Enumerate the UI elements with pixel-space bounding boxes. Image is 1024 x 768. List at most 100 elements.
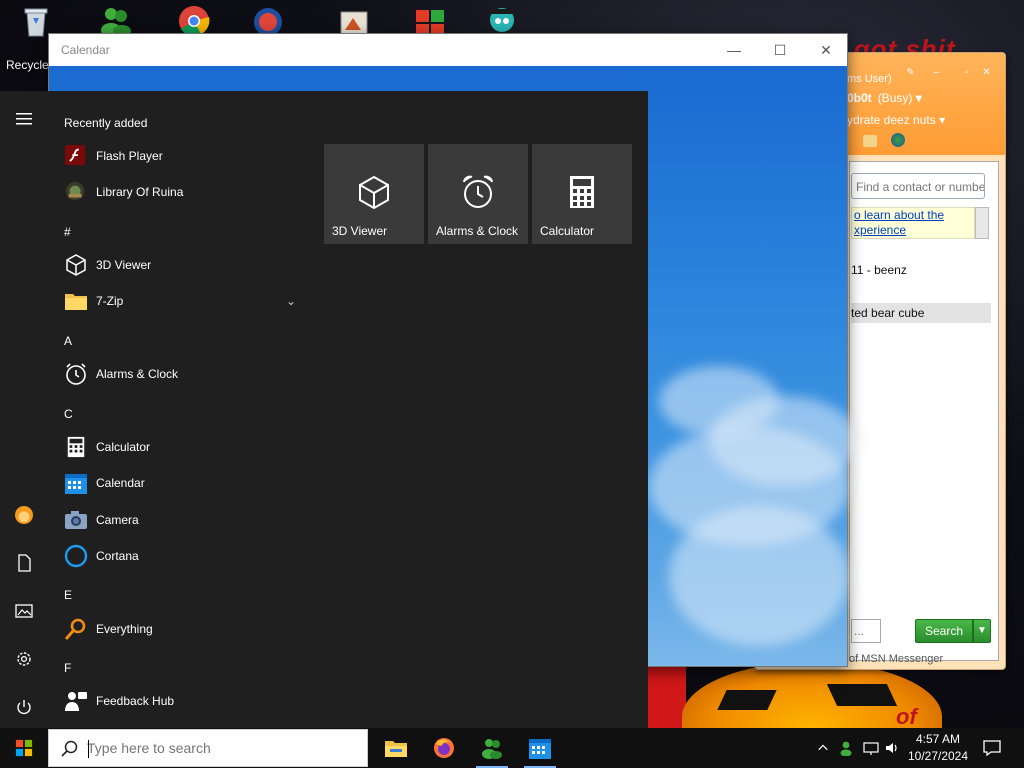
taskbar-calendar[interactable] [516, 728, 564, 768]
group-header-a[interactable]: A [64, 334, 72, 348]
pin-icon[interactable]: ✎ [905, 67, 916, 78]
app-label: Everything [96, 622, 153, 636]
taskbar: 4:57 AM 10/27/2024 [0, 728, 1024, 768]
group-header-f[interactable]: F [64, 661, 71, 675]
close-button[interactable]: ✕ [803, 34, 849, 66]
tile-calculator[interactable]: Calculator [532, 144, 632, 244]
clock-time: 4:57 AM [915, 732, 961, 746]
close-icon[interactable]: ✕ [981, 67, 992, 78]
taskbar-firefox[interactable] [420, 728, 468, 768]
app-label: 3D Viewer [96, 258, 152, 272]
calculator-icon [64, 435, 88, 459]
app-item-flash-player[interactable]: Flash Player [48, 138, 308, 174]
search-input[interactable] [87, 731, 357, 765]
maximize-button[interactable]: ☐ [757, 34, 803, 66]
msn-spaces-icon[interactable] [891, 133, 905, 147]
msn-search-input[interactable]: Find a contact or numbe [851, 173, 985, 199]
cortana-icon [64, 544, 88, 568]
group-header-c[interactable]: C [64, 407, 73, 421]
pictures-icon[interactable] [0, 591, 48, 631]
promo-link-line-1[interactable]: o learn about the [852, 208, 974, 223]
recently-added-header: Recently added [64, 116, 148, 130]
msn-web-search-input[interactable]: ... [851, 619, 881, 643]
app-label: Library Of Ruina [96, 185, 184, 199]
wallpaper-text-bottom: of [896, 704, 917, 728]
calendar-icon [64, 471, 88, 495]
promo-scrollbar[interactable] [975, 207, 989, 239]
system-clock[interactable]: 4:57 AM 10/27/2024 [900, 731, 976, 765]
taskbar-msn-messenger[interactable] [468, 728, 516, 768]
settings-gear-icon[interactable] [0, 639, 48, 679]
app-item-everything[interactable]: Everything [48, 611, 308, 647]
app-label: Cortana [96, 549, 139, 563]
group-header-e[interactable]: E [64, 588, 72, 602]
app-item-alarms-clock[interactable]: Alarms & Clock [48, 356, 308, 392]
chevron-up-icon[interactable] [812, 728, 834, 768]
start-menu[interactable]: Recently added Flash Player Library Of R… [0, 91, 648, 728]
contact-list-item[interactable]: 11 - beenz [851, 263, 907, 277]
app-list[interactable]: Recently added Flash Player Library Of R… [48, 91, 316, 728]
msn-search-button[interactable]: Search [915, 619, 973, 643]
tile-label: Calculator [540, 224, 595, 238]
chevron-down-icon[interactable]: ⌄ [286, 294, 296, 308]
alarm-clock-icon [64, 362, 88, 386]
taskbar-file-explorer[interactable] [372, 728, 420, 768]
calendar-titlebar[interactable]: Calendar — ☐ ✕ [49, 34, 847, 66]
msn-display-name[interactable]: 0b0t (Busy) ▾ [847, 91, 922, 105]
library-of-ruina-icon [64, 180, 88, 204]
maximize-icon[interactable]: ▫ [961, 67, 972, 78]
recycle-bin-label[interactable]: Recycle [6, 58, 49, 72]
tile-alarms-clock[interactable]: Alarms & Clock [428, 144, 528, 244]
app-label: Flash Player [96, 149, 163, 163]
promo-link-line-2[interactable]: xperience [852, 223, 974, 238]
notification-center-icon[interactable] [978, 728, 1006, 768]
app-item-calendar[interactable]: Calendar [48, 465, 308, 501]
chevron-down-icon[interactable]: ▼ [973, 619, 991, 643]
msn-tray-icon[interactable] [836, 728, 858, 768]
start-rail [0, 91, 48, 728]
start-button[interactable] [0, 728, 48, 768]
app-item-camera[interactable]: Camera [48, 502, 308, 538]
msn-psm-text: ydrate deez nuts [847, 113, 936, 127]
chevron-down-icon[interactable]: ▾ [916, 91, 922, 105]
app-item-3d-viewer[interactable]: 3D Viewer [48, 247, 308, 283]
contact-list-item[interactable]: ted bear cube [851, 303, 991, 323]
clock-date: 10/27/2024 [907, 749, 969, 763]
chevron-down-icon[interactable]: ▾ [939, 113, 945, 127]
window-title: Calendar [61, 43, 110, 57]
msn-promo-banner[interactable]: o learn about the xperience [851, 207, 975, 239]
tile-label: 3D Viewer [332, 224, 388, 238]
msn-status[interactable]: (Busy) [878, 91, 913, 105]
minimize-icon[interactable]: – [931, 67, 942, 78]
msn-personal-message[interactable]: ydrate deez nuts ▾ [847, 113, 945, 127]
power-icon[interactable] [0, 687, 48, 727]
msn-name-text: 0b0t [847, 91, 872, 105]
windows-logo-icon [15, 739, 33, 757]
minimize-button[interactable]: — [711, 34, 757, 66]
wallpaper-red-block [648, 662, 686, 728]
network-icon[interactable] [860, 728, 882, 768]
app-item-calculator[interactable]: Calculator [48, 429, 308, 465]
magnifier-icon [64, 617, 88, 641]
app-label: Calendar [96, 476, 145, 490]
cube-icon [359, 175, 389, 210]
tile-label: Alarms & Clock [436, 224, 519, 238]
app-label: Camera [96, 513, 139, 527]
taskbar-search-box[interactable] [48, 729, 368, 767]
calculator-icon [570, 176, 594, 208]
camera-icon [64, 508, 88, 532]
volume-icon[interactable] [882, 728, 902, 768]
cube-icon [64, 253, 88, 277]
group-header-hash[interactable]: # [64, 225, 71, 239]
hamburger-menu-icon[interactable] [0, 99, 48, 139]
msn-footer-text: of MSN Messenger [849, 653, 944, 665]
tile-3d-viewer[interactable]: 3D Viewer [324, 144, 424, 244]
app-item-cortana[interactable]: Cortana [48, 538, 308, 574]
app-label: 7-Zip [96, 294, 124, 308]
mail-icon[interactable] [863, 135, 877, 147]
app-item-library-of-ruina[interactable]: Library Of Ruina [48, 174, 308, 210]
app-item-7-zip[interactable]: 7-Zip ⌄ [48, 283, 308, 319]
documents-icon[interactable] [0, 543, 48, 583]
user-avatar-icon[interactable] [0, 495, 48, 535]
app-item-feedback-hub[interactable]: Feedback Hub [48, 683, 308, 719]
